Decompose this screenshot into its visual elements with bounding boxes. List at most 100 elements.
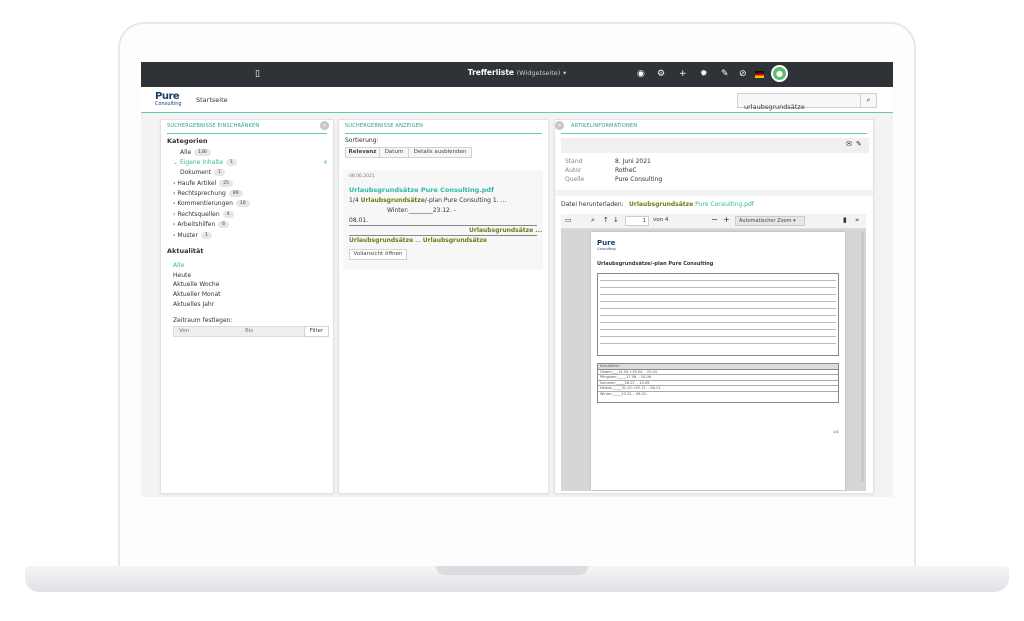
page-of-label: von 4 [653, 217, 669, 223]
result-snippet-4: Urlaubsgrundsätze ... [469, 227, 543, 234]
download-label: Datei herunterladen: [561, 201, 624, 208]
result-snippet-5: Urlaubsgrundsätze ... Urlaubsgrundsätze [349, 237, 487, 244]
logo-bottom: Consulting [155, 101, 182, 107]
logo-top: Pure [155, 91, 180, 102]
aktualitaet-heading: Aktualität [167, 247, 204, 255]
info-panel: » ARTIKELINFORMATIONEN ✉ ✎ Stand 8. Juni… [554, 119, 874, 494]
pdf-table-row: Winter:_____23.12. - 08.01. [600, 391, 648, 396]
chevron-right-icon: › [173, 221, 176, 228]
vollansicht-button[interactable]: Vollansicht öffnen [349, 249, 407, 260]
pdf-scrollbar[interactable] [861, 232, 864, 482]
category-arbeitshilfen[interactable]: › Arbeitshilfen 6 [173, 221, 230, 228]
collapse-right-icon[interactable]: » [555, 121, 564, 130]
search-icon[interactable]: ⌕ [860, 94, 876, 107]
top-bar: ▯ Trefferliste (Widgetseite) ▾ ◉ ⚙ + ✹ ✎… [141, 62, 893, 87]
page-title-text: Trefferliste [467, 68, 514, 77]
results-panel-title: SUCHERGEBNISSE ANZEIGEN [345, 123, 424, 129]
flag-de-icon[interactable] [755, 71, 764, 78]
stand-label: Stand [565, 158, 583, 165]
aktualitaet-woche[interactable]: Aktuelle Woche [173, 281, 219, 288]
bis-field[interactable]: Bis [245, 328, 253, 334]
sort-datum-button[interactable]: Datum [379, 147, 409, 158]
category-eigene-inhalte[interactable]: ⌄ Eigene Inhalte 1 [173, 159, 237, 166]
laptop-notch [436, 566, 588, 575]
category-muster[interactable]: › Muster 1 [173, 232, 212, 239]
snippet-underline [349, 225, 537, 226]
header: Pure Consulting Startseite ⌕ [141, 87, 893, 114]
filter-panel: SUCHERGEBNISSE EINSCHRÄNKEN « Kategorien… [160, 119, 334, 494]
pdf-text-box [597, 273, 839, 356]
logo[interactable]: Pure Consulting [155, 92, 189, 108]
mail-icon[interactable]: ✉ [846, 140, 852, 148]
app-screen: ▯ Trefferliste (Widgetseite) ▾ ◉ ⚙ + ✹ ✎… [141, 62, 893, 497]
zeitraum-label: Zeitraum festlegen: [173, 317, 233, 324]
aktualitaet-monat[interactable]: Aktueller Monat [173, 291, 221, 298]
result-snippet-3: 08.01. [349, 217, 369, 224]
download-link[interactable]: Urlaubsgrundsätze Pure Consulting.pdf [629, 201, 754, 208]
divider [345, 133, 542, 134]
zoom-out-icon[interactable]: − [711, 215, 718, 224]
quelle-value: Pure Consulting [615, 176, 663, 183]
pencil-icon[interactable]: ✎ [721, 68, 729, 80]
page-subtitle: (Widgetseite) [516, 69, 561, 77]
divider [561, 133, 867, 134]
user-avatar-icon[interactable]: ● [771, 65, 788, 82]
pencil-icon[interactable]: ✎ [856, 140, 862, 148]
category-rechtsprechung[interactable]: › Rechtsprechung 89 [173, 190, 243, 197]
aktualitaet-jahr[interactable]: Aktuelles Jahr [173, 301, 214, 308]
gear-icon[interactable]: ⚙ [657, 68, 665, 80]
pdf-page-number: 1/4 [833, 430, 839, 434]
details-ausblenden-button[interactable]: Details ausblenden [408, 147, 472, 158]
autor-label: Autor [565, 167, 582, 174]
divider [167, 133, 327, 134]
category-dokument[interactable]: Dokument 1 [180, 169, 225, 176]
aktualitaet-alle[interactable]: Alle [173, 262, 184, 269]
category-kommentierungen[interactable]: › Kommentierungen 10 [173, 200, 250, 207]
search-input[interactable] [738, 100, 856, 114]
category-alle[interactable]: Alle 136 [180, 149, 211, 156]
breadcrumb-startseite[interactable]: Startseite [196, 96, 228, 104]
zoom-select[interactable]: Automatischer Zoom ▾ [735, 216, 805, 226]
result-title-link[interactable]: Urlaubsgrundsätze Pure Consulting.pdf [349, 186, 494, 194]
stand-value: 8. Juni 2021 [615, 158, 651, 165]
sort-relevanz-button[interactable]: Relevanz [345, 147, 380, 158]
pdf-toolbar: ▭ ⌕ ↑ ↓ 1 von 4 − + Automatischer Zoom ▾… [561, 214, 866, 229]
quelle-label: Quelle [565, 176, 585, 183]
filter-button[interactable]: Filter [304, 326, 329, 337]
result-snippet-1: 1/4 Urlaubsgrundsätze/-plan Pure Consult… [349, 197, 507, 204]
page-number-input[interactable]: 1 [625, 216, 649, 226]
panel-gap [555, 190, 873, 196]
search-icon[interactable]: ⌕ [591, 216, 595, 225]
search-box: ⌕ [737, 93, 877, 114]
chevron-right-icon: › [173, 232, 176, 239]
von-field[interactable]: Von [179, 328, 189, 334]
kategorien-heading: Kategorien [167, 137, 208, 145]
close-icon[interactable]: × [323, 159, 328, 166]
pdf-ferien-table: Schulferien Ostern:___14.04.+19.04. - 22… [597, 363, 839, 403]
info-panel-title: ARTIKELINFORMATIONEN [571, 123, 638, 129]
result-card: 08.06.2021 Urlaubsgrundsätze Pure Consul… [343, 170, 543, 270]
plus-icon[interactable]: + [679, 68, 687, 80]
autor-value: RotheC [615, 167, 637, 174]
chevron-right-icon: › [173, 180, 176, 187]
category-haufe-artikel[interactable]: › Haufe Artikel 25 [173, 180, 233, 187]
sidebar-toggle-icon[interactable]: ▭ [565, 216, 572, 224]
chevron-down-icon[interactable]: ▾ [563, 69, 566, 77]
result-snippet-2: Winter:________23.12. - [387, 207, 456, 214]
arrow-up-icon[interactable]: ↑ [603, 216, 609, 224]
category-rechtsquellen[interactable]: › Rechtsquellen 4 [173, 211, 234, 218]
pdf-doc-title: Urlaubsgrundsätze/-plan Pure Consulting [597, 261, 714, 267]
zoom-in-icon[interactable]: + [723, 215, 730, 224]
puzzle-icon[interactable]: ✹ [700, 68, 708, 80]
snippet-underline [349, 235, 537, 236]
chevron-double-right-icon[interactable]: » [855, 216, 859, 224]
eye-icon[interactable]: ◉ [637, 68, 645, 80]
bookmark-icon[interactable]: ▮ [843, 216, 847, 224]
arrow-down-icon[interactable]: ↓ [613, 216, 619, 224]
collapse-left-icon[interactable]: « [320, 121, 329, 130]
chevron-right-icon: › [173, 211, 176, 218]
pdf-page: Pure Consulting Urlaubsgrundsätze/-plan … [591, 232, 845, 490]
filter-panel-title: SUCHERGEBNISSE EINSCHRÄNKEN [167, 123, 260, 129]
aktualitaet-heute[interactable]: Heute [173, 272, 191, 279]
compass-icon[interactable]: ⊘ [739, 68, 747, 80]
